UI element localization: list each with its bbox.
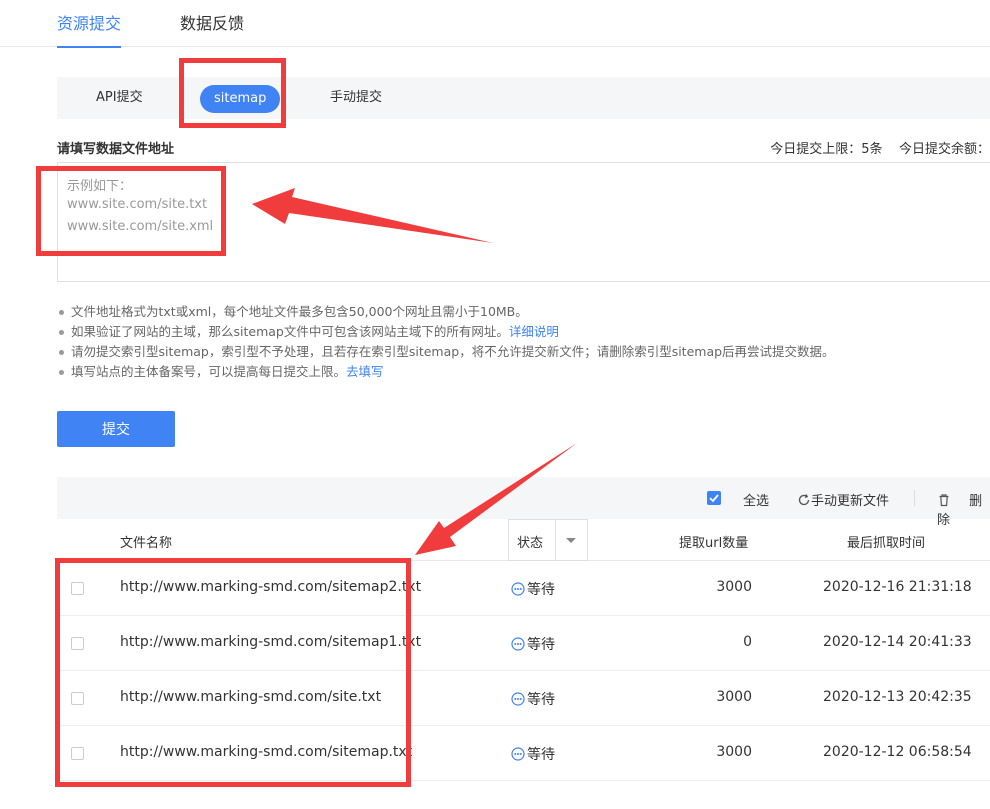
placeholder-line: www.site.com/site.xml: [67, 219, 214, 234]
trash-icon: [939, 494, 949, 507]
tip-text: 如果验证了网站的主域，那么sitemap文件中可包含该网站主域下的所有网址。: [71, 324, 509, 339]
header-url-count: 提取url数量: [679, 536, 749, 551]
tip-item: 如果验证了网站的主域，那么sitemap文件中可包含该网站主域下的所有网址。详细…: [57, 322, 990, 342]
submit-method-tabs: API提交 sitemap 手动提交: [57, 77, 990, 119]
tip-item: 请勿提交索引型sitemap，索引型不予处理，且若存在索引型sitemap，将不…: [57, 342, 990, 362]
header-status: 状态: [517, 536, 544, 551]
placeholder-line: www.site.com/site.txt: [67, 197, 208, 212]
tip-text: 文件地址格式为txt或xml，每个地址文件最多包含50,000个网址且需小于10…: [71, 304, 528, 319]
sitemap-url-textarea[interactable]: 示例如下： www.site.com/site.txt www.site.com…: [57, 162, 990, 282]
top-tab-bar: 资源提交 数据反馈: [0, 0, 990, 48]
url-count: 3000: [716, 689, 752, 705]
file-url: http://www.marking-smd.com/sitemap.txt: [120, 744, 413, 760]
last-crawl-time: 2020-12-12 06:58:54: [823, 744, 972, 760]
header-file-name: 文件名称: [120, 536, 173, 551]
row-checkbox[interactable]: [71, 582, 84, 595]
waiting-icon: [511, 747, 525, 761]
tip-text: 填写站点的主体备案号，可以提高每日提交上限。: [71, 364, 347, 379]
last-crawl-time: 2020-12-14 20:41:33: [823, 634, 972, 650]
filter-divider: [555, 520, 556, 560]
status-text: 等待: [527, 637, 555, 653]
waiting-icon: [511, 692, 525, 706]
tab-api-submit[interactable]: API提交: [96, 77, 143, 119]
table-header: 文件名称 状态 提取url数量 最后抓取时间: [57, 519, 990, 561]
select-all-label[interactable]: 全选: [743, 490, 769, 509]
details-link[interactable]: 详细说明: [509, 324, 559, 339]
check-icon: [709, 494, 719, 503]
caret-down-icon: [566, 538, 576, 543]
tab-manual-submit[interactable]: 手动提交: [330, 77, 382, 119]
refresh-files-button[interactable]: 手动更新文件: [797, 490, 889, 509]
status-cell: 等待: [511, 689, 555, 709]
url-count: 3000: [716, 579, 752, 595]
last-crawl-time: 2020-12-13 20:42:35: [823, 689, 972, 705]
table-toolbar: 全选 手动更新文件 删除: [57, 477, 990, 528]
file-url: http://www.marking-smd.com/sitemap1.txt: [120, 634, 422, 650]
status-cell: 等待: [511, 579, 555, 599]
table-row: http://www.marking-smd.com/sitemap.txt 等…: [57, 726, 990, 781]
status-cell: 等待: [511, 744, 555, 764]
table-row: http://www.marking-smd.com/site.txt 等待 3…: [57, 671, 990, 726]
status-text: 等待: [527, 692, 555, 708]
waiting-icon: [511, 637, 525, 651]
tip-item: 填写站点的主体备案号，可以提高每日提交上限。去填写: [57, 362, 990, 382]
header-last-crawl: 最后抓取时间: [847, 536, 926, 551]
tips-list: 文件地址格式为txt或xml，每个地址文件最多包含50,000个网址且需小于10…: [57, 302, 990, 382]
url-count: 0: [743, 634, 752, 650]
file-url: http://www.marking-smd.com/sitemap2.txt: [120, 579, 422, 595]
placeholder-line: 示例如下：: [67, 179, 133, 194]
row-checkbox[interactable]: [71, 692, 84, 705]
tab-resource-submit[interactable]: 资源提交: [57, 10, 122, 48]
tab-sitemap[interactable]: sitemap: [200, 85, 281, 113]
status-filter-dropdown[interactable]: 状态: [508, 519, 588, 561]
fill-in-link[interactable]: 去填写: [346, 364, 384, 379]
status-text: 等待: [527, 582, 555, 598]
tip-text: 请勿提交索引型sitemap，索引型不予处理，且若存在索引型sitemap，将不…: [71, 344, 835, 359]
url-count: 3000: [716, 744, 752, 760]
file-url: http://www.marking-smd.com/site.txt: [120, 689, 382, 705]
table-row: http://www.marking-smd.com/sitemap1.txt …: [57, 616, 990, 671]
row-checkbox[interactable]: [71, 637, 84, 650]
refresh-icon: [798, 494, 810, 506]
row-checkbox[interactable]: [71, 747, 84, 760]
quota-text: 今日提交上限：5条 今日提交余额：: [770, 142, 990, 157]
submit-button[interactable]: 提交: [57, 411, 175, 447]
refresh-label: 手动更新文件: [811, 494, 890, 509]
table-row: http://www.marking-smd.com/sitemap2.txt …: [57, 561, 990, 616]
tab-data-feedback[interactable]: 数据反馈: [180, 10, 244, 47]
tip-item: 文件地址格式为txt或xml，每个地址文件最多包含50,000个网址且需小于10…: [57, 302, 990, 322]
last-crawl-time: 2020-12-16 21:31:18: [823, 579, 972, 595]
field-label-row: 请填写数据文件地址 今日提交上限：5条 今日提交余额：: [57, 138, 990, 158]
status-cell: 等待: [511, 634, 555, 654]
waiting-icon: [511, 582, 525, 596]
field-label: 请填写数据文件地址: [57, 142, 175, 157]
select-all-checkbox[interactable]: [707, 491, 721, 505]
toolbar-divider: [914, 490, 915, 506]
status-text: 等待: [527, 747, 555, 763]
